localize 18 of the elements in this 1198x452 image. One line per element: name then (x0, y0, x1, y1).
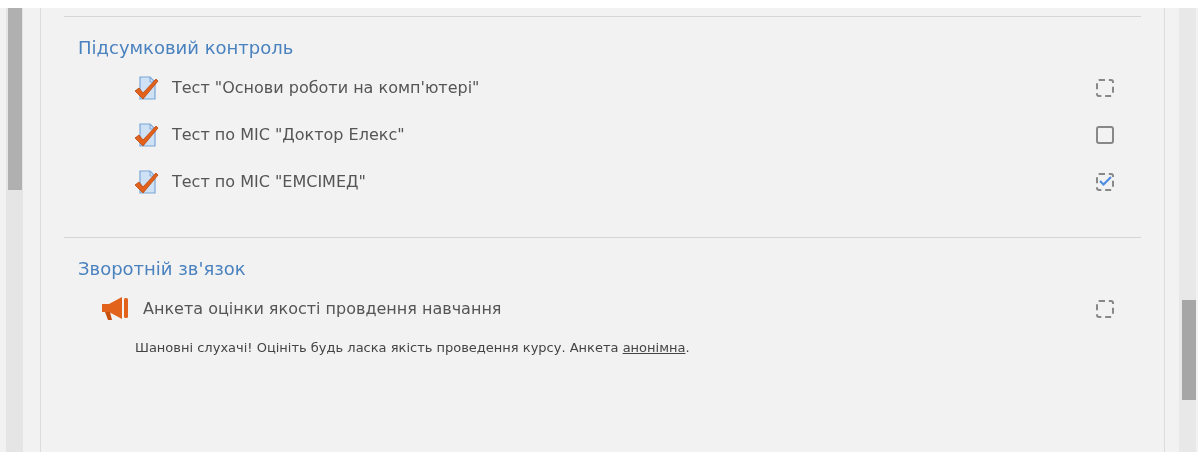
activity-description: Шановні слухачі! Оцініть будь ласка якість проведення курсу. Анкета анонімна. (135, 340, 691, 355)
quiz-icon (134, 168, 160, 195)
quiz-icon (134, 121, 160, 148)
scrollbar-thumb[interactable] (1182, 300, 1196, 400)
activity-link[interactable]: Тест по МІС "Доктор Елекс" (172, 125, 405, 144)
completion-checkbox[interactable] (1096, 78, 1114, 97)
quiz-icon (134, 74, 160, 101)
description-link[interactable]: анонімна (622, 340, 686, 355)
section-title[interactable]: Підсумковий контроль (78, 37, 294, 58)
activity-link[interactable]: Тест по МІС "ЕМСІМЕД" (172, 172, 366, 191)
completion-checkbox[interactable] (1096, 299, 1114, 318)
activity-link[interactable]: Анкета оцінки якості провдення навчання (143, 299, 502, 318)
scrollbar-thumb[interactable] (8, 8, 22, 190)
activity-link[interactable]: Тест "Основи роботи на комп'ютері" (172, 78, 480, 97)
completion-checkbox[interactable] (1096, 125, 1114, 144)
completion-checkbox[interactable] (1096, 172, 1114, 191)
megaphone-icon (100, 295, 130, 322)
section-title[interactable]: Зворотній зв'язок (78, 258, 246, 279)
